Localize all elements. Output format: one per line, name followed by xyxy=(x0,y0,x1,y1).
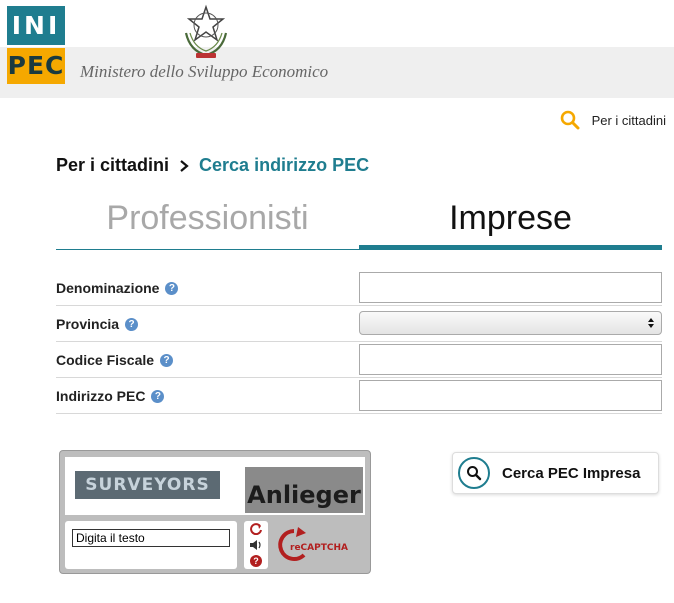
recaptcha-brand-text: reCAPTCHA xyxy=(290,543,348,553)
captcha-answer-area xyxy=(65,521,237,569)
search-icon xyxy=(560,110,580,130)
search-icon xyxy=(467,466,482,481)
tab-professionisti[interactable]: Professionisti xyxy=(56,196,359,250)
chevron-right-icon xyxy=(180,159,189,172)
denominazione-label-wrap: Denominazione ? xyxy=(56,280,179,296)
provincia-select[interactable] xyxy=(359,311,662,335)
top-link-cittadini[interactable]: Per i cittadini xyxy=(560,110,666,130)
codice-fiscale-label: Codice Fiscale xyxy=(56,352,155,368)
search-form: Denominazione ? Provincia ? Codice Fisca… xyxy=(56,270,662,414)
form-row-denominazione: Denominazione ? xyxy=(56,270,662,306)
audio-icon[interactable] xyxy=(249,539,263,551)
codice-fiscale-input[interactable] xyxy=(359,344,662,375)
top-link-label: Per i cittadini xyxy=(591,112,666,128)
captcha-controls: ? xyxy=(244,521,268,569)
breadcrumb-root[interactable]: Per i cittadini xyxy=(56,155,169,176)
help-icon[interactable]: ? xyxy=(125,317,139,331)
search-tabs: Professionisti Imprese xyxy=(56,196,662,250)
form-row-indirizzo-pec: Indirizzo PEC ? xyxy=(56,378,662,414)
logo-ini[interactable]: INI xyxy=(7,6,65,45)
indirizzo-pec-label: Indirizzo PEC xyxy=(56,388,146,404)
provincia-label-wrap: Provincia ? xyxy=(56,316,139,332)
captcha-help-icon[interactable]: ? xyxy=(250,555,262,567)
captcha-word-1: SURVEYORS xyxy=(75,471,220,499)
tab-imprese[interactable]: Imprese xyxy=(359,196,662,250)
indirizzo-pec-input[interactable] xyxy=(359,380,662,411)
denominazione-label: Denominazione xyxy=(56,280,160,296)
help-icon[interactable]: ? xyxy=(160,353,174,367)
cerca-pec-impresa-label: Cerca PEC Impresa xyxy=(502,464,641,482)
ministry-name: Ministero dello Sviluppo Economico xyxy=(80,62,329,81)
breadcrumb-current: Cerca indirizzo PEC xyxy=(199,155,370,175)
search-button-circle xyxy=(458,457,490,489)
cerca-pec-impresa-button[interactable]: Cerca PEC Impresa xyxy=(452,452,659,494)
help-icon[interactable]: ? xyxy=(165,281,179,295)
form-row-codice-fiscale: Codice Fiscale ? xyxy=(56,342,662,378)
republic-emblem-icon xyxy=(184,4,228,58)
indirizzo-pec-label-wrap: Indirizzo PEC ? xyxy=(56,388,165,404)
captcha-answer-input[interactable] xyxy=(72,529,230,547)
logo-pec[interactable]: PEC xyxy=(7,48,65,84)
help-icon[interactable]: ? xyxy=(151,389,165,403)
denominazione-input[interactable] xyxy=(359,272,662,303)
captcha-image: SURVEYORS Anlieger xyxy=(65,457,365,515)
captcha-word-2: Anlieger xyxy=(245,467,363,513)
codice-fiscale-label-wrap: Codice Fiscale ? xyxy=(56,352,174,368)
select-arrows-icon xyxy=(648,318,654,328)
recaptcha-widget: SURVEYORS Anlieger ? reCAPTCHA xyxy=(59,450,371,574)
breadcrumb: Per i cittadini Cerca indirizzo PEC xyxy=(56,155,369,176)
refresh-icon[interactable] xyxy=(249,523,263,535)
provincia-label: Provincia xyxy=(56,316,120,332)
